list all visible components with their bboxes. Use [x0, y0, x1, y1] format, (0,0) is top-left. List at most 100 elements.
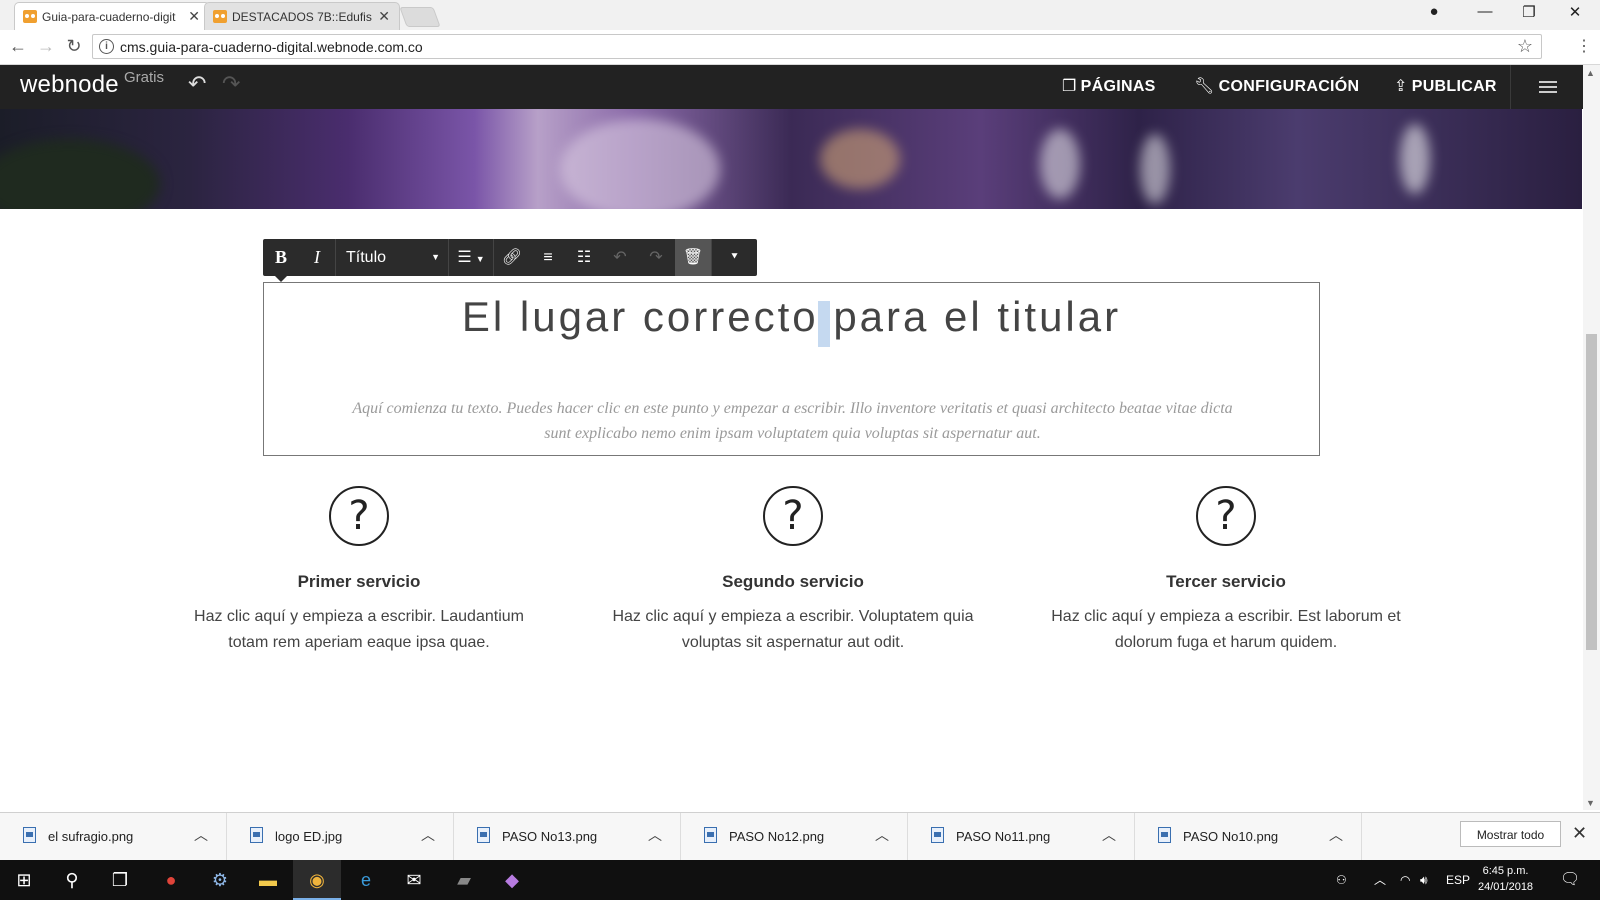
download-item[interactable]: PASO No10.png ︿: [1135, 813, 1362, 861]
text-style-select[interactable]: Título ▼: [336, 239, 448, 276]
info-icon[interactable]: i: [99, 39, 114, 54]
link-icon[interactable]: 🔗︎: [494, 239, 530, 276]
image-file-icon: [477, 827, 490, 843]
control-panel-icon[interactable]: ⚙: [196, 860, 244, 900]
download-item[interactable]: PASO No12.png ︿: [681, 813, 908, 861]
download-filename: el sufragio.png: [48, 829, 134, 844]
paint-icon[interactable]: ◆: [488, 860, 536, 900]
scrollbar-thumb[interactable]: [1586, 334, 1597, 650]
service-card[interactable]: ? Tercer servicio Haz clic aquí y empiez…: [1026, 486, 1426, 656]
close-downloads-icon[interactable]: ✕: [1572, 823, 1587, 844]
new-tab-button[interactable]: [399, 7, 441, 27]
mail-icon[interactable]: ✉: [390, 860, 438, 900]
browser-menu-icon[interactable]: ⋮: [1572, 36, 1596, 56]
intro-paragraph[interactable]: Aquí comienza tu texto. Puedes hacer cli…: [344, 396, 1241, 446]
show-all-downloads-button[interactable]: Mostrar todo: [1460, 821, 1561, 847]
scroll-down-arrow-icon[interactable]: ▼: [1586, 798, 1595, 808]
delete-trash-icon[interactable]: 🗑︎: [675, 239, 711, 276]
heading-section[interactable]: El lugar correcto para el titular Aquí c…: [263, 282, 1320, 456]
numbered-list-icon[interactable]: ≡: [530, 239, 566, 276]
people-icon[interactable]: ⚇: [1336, 860, 1347, 900]
settings-button[interactable]: 🔧︎ CONFIGURACIÓN: [1194, 76, 1359, 96]
browser-tab-active[interactable]: Guia-para-cuaderno-digit ✕: [14, 2, 210, 30]
download-item[interactable]: el sufragio.png ︿: [0, 813, 227, 861]
forward-button[interactable]: →: [34, 36, 58, 57]
tray-chevron-up-icon[interactable]: ︿: [1374, 860, 1386, 900]
text-format-toolbar: B I Título ▼ ☰ ▼ 🔗︎ ≡ ☷ ↶ ↷ 🗑︎ ⯆: [263, 239, 757, 276]
question-mark-icon[interactable]: ?: [763, 486, 823, 546]
bold-button[interactable]: B: [263, 239, 299, 276]
chevron-up-icon[interactable]: ︿: [875, 825, 889, 845]
system-clock[interactable]: 6:45 p.m. 24/01/2018: [1478, 863, 1533, 895]
chevron-up-icon[interactable]: ︿: [1102, 825, 1116, 845]
chevron-up-icon[interactable]: ︿: [648, 825, 662, 845]
restore-button[interactable]: ❐: [1509, 3, 1549, 21]
service-title[interactable]: Primer servicio: [159, 572, 559, 592]
close-window-button[interactable]: ✕: [1555, 3, 1595, 21]
notifications-icon[interactable]: 🗨︎: [1560, 860, 1580, 900]
undo-icon[interactable]: ↶: [602, 239, 638, 276]
service-title[interactable]: Tercer servicio: [1026, 572, 1426, 592]
download-item[interactable]: PASO No13.png ︿: [454, 813, 681, 861]
publish-label: PUBLICAR: [1411, 78, 1497, 95]
chevron-up-icon[interactable]: ︿: [194, 825, 208, 845]
task-view-icon[interactable]: ❐: [96, 860, 144, 900]
undo-icon[interactable]: ↶: [188, 71, 206, 97]
download-filename: PASO No11.png: [956, 829, 1051, 844]
clock-time: 6:45 p.m.: [1482, 865, 1529, 877]
back-button[interactable]: ←: [6, 36, 30, 57]
webnode-logo[interactable]: webnode: [20, 71, 119, 99]
upload-icon: ⇪: [1394, 78, 1408, 95]
volume-icon[interactable]: 🔊︎: [1420, 860, 1428, 900]
scroll-up-arrow-icon[interactable]: ▲: [1586, 68, 1595, 78]
image-file-icon: [931, 827, 944, 843]
service-title[interactable]: Segundo servicio: [593, 572, 993, 592]
service-card[interactable]: ? Segundo servicio Haz clic aquí y empie…: [593, 486, 993, 656]
image-file-icon: [250, 827, 263, 843]
tab-close-icon[interactable]: ✕: [188, 8, 200, 25]
question-mark-icon[interactable]: ?: [1196, 486, 1256, 546]
language-indicator[interactable]: ESP: [1446, 860, 1470, 900]
minimize-button[interactable]: —: [1465, 3, 1505, 20]
italic-button[interactable]: I: [299, 239, 335, 276]
download-filename: PASO No10.png: [1183, 829, 1279, 844]
browser-tab[interactable]: DESTACADOS 7B::Edufisi ✕: [204, 2, 400, 30]
publish-button[interactable]: ⇪ PUBLICAR: [1394, 76, 1497, 96]
reload-button[interactable]: ↻: [62, 36, 86, 57]
page-headline[interactable]: El lugar correcto para el titular: [264, 293, 1319, 341]
windows-taskbar: ⊞ ⚲ ❐ ● ⚙ ▬ ◉ e ✉ ▰ ◆ ⚇ ︿ ◠ 🔊︎ ESP 6:45 …: [0, 860, 1600, 900]
question-mark-icon[interactable]: ?: [329, 486, 389, 546]
pages-button[interactable]: ❐ PÁGINAS: [1062, 76, 1156, 96]
image-file-icon: [704, 827, 717, 843]
redo-icon[interactable]: ↷: [638, 239, 674, 276]
wifi-icon[interactable]: ◠: [1400, 860, 1410, 900]
search-icon[interactable]: ⚲: [48, 860, 96, 900]
service-text[interactable]: Haz clic aquí y empieza a escribir. Volu…: [608, 604, 978, 656]
more-options-icon[interactable]: ⯆: [712, 239, 757, 276]
redo-icon[interactable]: ↷: [222, 71, 240, 97]
service-card[interactable]: ? Primer servicio Haz clic aquí y empiez…: [159, 486, 559, 656]
bookmark-star-icon[interactable]: ☆: [1517, 36, 1533, 57]
align-center-button[interactable]: ☰ ▼: [449, 239, 493, 276]
chrome-icon[interactable]: ◉: [293, 860, 341, 900]
image-file-icon: [23, 827, 36, 843]
tab-close-icon[interactable]: ✕: [378, 8, 390, 25]
service-text[interactable]: Haz clic aquí y empieza a escribir. Est …: [1041, 604, 1411, 656]
chevron-up-icon[interactable]: ︿: [1329, 825, 1343, 845]
url-text[interactable]: cms.guia-para-cuaderno-digital.webnode.c…: [120, 39, 423, 55]
edge-icon[interactable]: e: [342, 860, 390, 900]
file-explorer-icon[interactable]: ▬: [244, 860, 292, 900]
profile-icon[interactable]: ●: [1414, 3, 1454, 20]
tab-title: Guia-para-cuaderno-digit: [42, 10, 176, 24]
windows-start-icon[interactable]: ⊞: [0, 860, 48, 900]
wrench-icon: 🔧︎: [1194, 78, 1215, 95]
header-image[interactable]: [0, 109, 1582, 209]
chevron-up-icon[interactable]: ︿: [421, 825, 435, 845]
app-gray-icon[interactable]: ▰: [440, 860, 488, 900]
bullet-list-icon[interactable]: ☷: [566, 239, 602, 276]
url-bar[interactable]: i cms.guia-para-cuaderno-digital.webnode…: [92, 34, 1542, 59]
service-text[interactable]: Haz clic aquí y empieza a escribir. Laud…: [174, 604, 544, 656]
download-item[interactable]: PASO No11.png ︿: [908, 813, 1135, 861]
app-red-icon[interactable]: ●: [147, 860, 195, 900]
download-item[interactable]: logo ED.jpg ︿: [227, 813, 454, 861]
